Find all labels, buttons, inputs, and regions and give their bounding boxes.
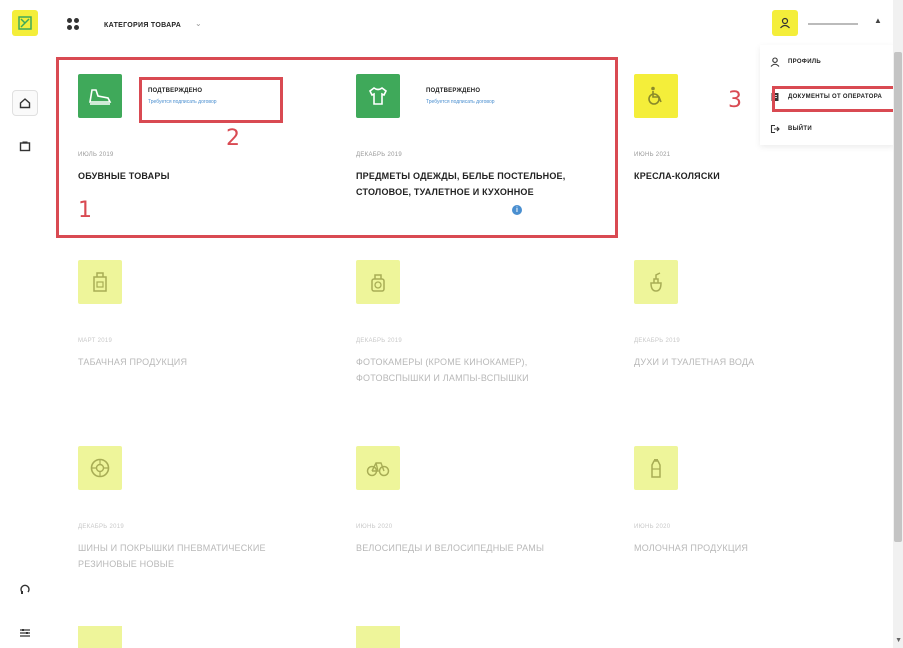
card-title[interactable]: МОЛОЧНАЯ ПРОДУКЦИЯ <box>634 540 879 556</box>
settings-sliders-icon[interactable] <box>12 620 38 646</box>
support-icon[interactable] <box>12 577 38 603</box>
category-grid-icon[interactable] <box>66 17 80 36</box>
card-title[interactable]: ВЕЛОСИПЕДЫ И ВЕЛОСИПЕДНЫЕ РАМЫ <box>356 540 601 556</box>
scrollbar[interactable]: ▼ <box>893 0 903 648</box>
bicycle-icon <box>356 446 400 490</box>
category-selector[interactable]: КАТЕГОРИЯ ТОВАРА <box>104 22 181 29</box>
card-date: ДЕКАБРЬ 2019 <box>78 524 125 530</box>
card-date: МАРТ 2019 <box>78 338 113 344</box>
card-date: ИЮНЬ 2020 <box>356 524 393 530</box>
wheelchair-icon <box>634 74 678 118</box>
category-card[interactable]: ИЮНЬ 2020 ВЕЛОСИПЕДЫ И ВЕЛОСИПЕДНЫЕ РАМЫ <box>336 432 606 597</box>
card-title[interactable]: КРЕСЛА-КОЛЯСКИ <box>634 168 879 184</box>
chevron-up-icon[interactable]: ▲ <box>874 16 882 25</box>
user-name-redacted[interactable] <box>808 23 858 25</box>
card-date: ДЕКАБРЬ 2019 <box>634 338 681 344</box>
perfume-icon <box>634 260 678 304</box>
card-title[interactable]: ДУХИ И ТУАЛЕТНАЯ ВОДА <box>634 354 879 370</box>
category-card[interactable]: МАРТ 2019 ТАБАЧНАЯ ПРОДУКЦИЯ <box>58 246 328 411</box>
logout-icon <box>770 124 780 134</box>
category-tile-partial[interactable] <box>356 626 400 648</box>
sidebar <box>0 0 50 648</box>
scrollbar-thumb[interactable] <box>894 52 902 542</box>
card-title[interactable]: ШИНЫ И ПОКРЫШКИ ПНЕВМАТИЧЕСКИЕ РЕЗИНОВЫЕ… <box>78 540 323 572</box>
scroll-down-icon[interactable]: ▼ <box>895 637 902 644</box>
annotation-number-2: 2 <box>226 126 240 151</box>
annotation-number-3: 3 <box>728 88 742 113</box>
category-tile-partial[interactable] <box>78 626 122 648</box>
card-date: ДЕКАБРЬ 2019 <box>356 338 403 344</box>
user-icon <box>770 57 780 67</box>
category-card[interactable]: ДЕКАБРЬ 2019 ФОТОКАМЕРЫ (КРОМЕ КИНОКАМЕР… <box>336 246 606 411</box>
menu-item-profile[interactable]: ПРОФИЛЬ <box>770 55 821 69</box>
card-date: ИЮНЬ 2021 <box>634 152 671 158</box>
cabinet-icon[interactable] <box>12 133 38 159</box>
category-card[interactable]: ДЕКАБРЬ 2019 ДУХИ И ТУАЛЕТНАЯ ВОДА <box>614 246 884 411</box>
card-date: ИЮНЬ 2020 <box>634 524 671 530</box>
annotation-box-2 <box>139 77 283 123</box>
menu-item-label: ПРОФИЛЬ <box>788 59 821 65</box>
avatar[interactable] <box>772 10 798 36</box>
menu-item-label: ВЫЙТИ <box>788 126 812 132</box>
home-icon[interactable] <box>12 90 38 116</box>
annotation-box-3 <box>772 86 898 112</box>
card-title[interactable]: ФОТОКАМЕРЫ (КРОМЕ КИНОКАМЕР), ФОТОВСПЫШК… <box>356 354 601 386</box>
category-card[interactable]: ДЕКАБРЬ 2019 ШИНЫ И ПОКРЫШКИ ПНЕВМАТИЧЕС… <box>58 432 328 597</box>
milk-icon <box>634 446 678 490</box>
category-card[interactable]: ИЮНЬ 2020 МОЛОЧНАЯ ПРОДУКЦИЯ <box>614 432 884 597</box>
chevron-down-icon[interactable]: ⌄ <box>195 19 202 28</box>
tire-icon <box>78 446 122 490</box>
card-title[interactable]: ТАБАЧНАЯ ПРОДУКЦИЯ <box>78 354 323 370</box>
menu-item-logout[interactable]: ВЫЙТИ <box>770 122 812 136</box>
camera-icon <box>356 260 400 304</box>
logo-icon[interactable] <box>12 10 38 36</box>
annotation-number-1: 1 <box>78 198 92 223</box>
tobacco-icon <box>78 260 122 304</box>
